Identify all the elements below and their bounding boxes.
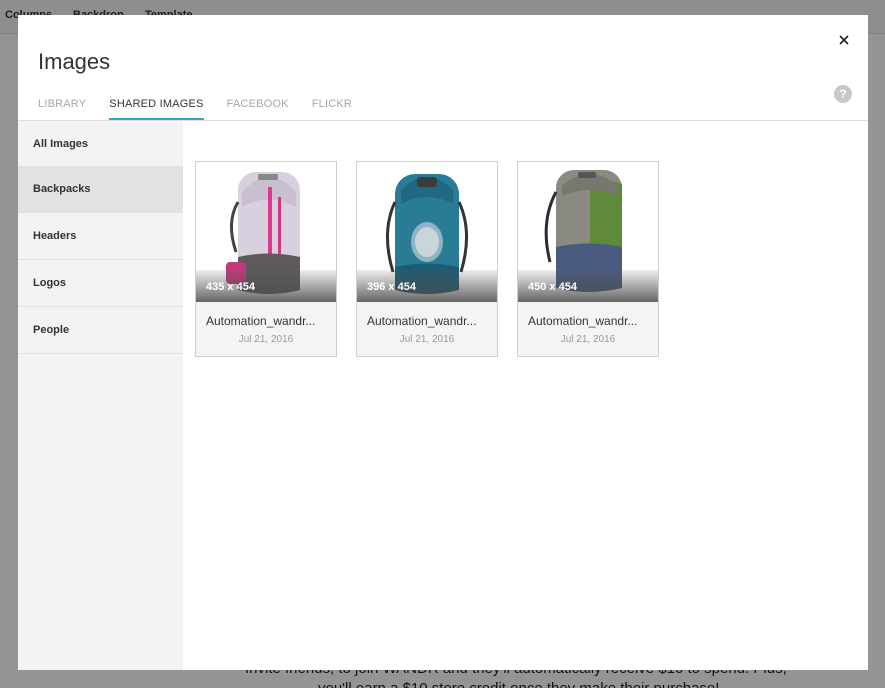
- tab-shared-images[interactable]: SHARED IMAGES: [109, 98, 204, 120]
- tab-library[interactable]: LIBRARY: [38, 98, 86, 120]
- images-modal: Images ? LIBRARY SHARED IMAGES FACEBOOK …: [18, 15, 868, 670]
- sidebar-item-logos[interactable]: Logos: [18, 260, 183, 307]
- image-filename: Automation_wandr...: [528, 314, 638, 328]
- image-dimensions: 396 x 454: [367, 281, 416, 293]
- image-thumbnail: 450 x 454: [518, 162, 658, 302]
- image-date: Jul 21, 2016: [560, 334, 616, 345]
- image-dimensions: 450 x 454: [528, 281, 577, 293]
- close-button[interactable]: [834, 30, 854, 50]
- image-card[interactable]: 435 x 454 Automation_wandr... Jul 21, 20…: [195, 161, 337, 357]
- tab-bar: LIBRARY SHARED IMAGES FACEBOOK FLICKR: [38, 98, 352, 120]
- image-filename: Automation_wandr...: [367, 314, 477, 328]
- image-card[interactable]: 396 x 454 Automation_wandr... Jul 21, 20…: [356, 161, 498, 357]
- tab-flickr[interactable]: FLICKR: [312, 98, 352, 120]
- image-card[interactable]: 450 x 454 Automation_wandr... Jul 21, 20…: [517, 161, 659, 357]
- help-icon[interactable]: ?: [834, 85, 852, 103]
- sidebar-item-headers[interactable]: Headers: [18, 213, 183, 260]
- sidebar-item-people[interactable]: People: [18, 307, 183, 354]
- image-thumbnail: 396 x 454: [357, 162, 497, 302]
- image-date: Jul 21, 2016: [238, 334, 294, 345]
- sidebar-item-backpacks[interactable]: Backpacks: [18, 166, 183, 213]
- image-filename: Automation_wandr...: [206, 314, 316, 328]
- image-grid: 435 x 454 Automation_wandr... Jul 21, 20…: [195, 161, 659, 357]
- sidebar-item-all-images[interactable]: All Images: [18, 121, 183, 166]
- tab-facebook[interactable]: FACEBOOK: [227, 98, 289, 120]
- image-dimensions: 435 x 454: [206, 281, 255, 293]
- close-icon: [839, 35, 849, 45]
- folder-sidebar: All Images Backpacks Headers Logos Peopl…: [18, 121, 183, 670]
- modal-title: Images: [38, 49, 111, 74]
- image-date: Jul 21, 2016: [399, 334, 455, 345]
- image-thumbnail: 435 x 454: [196, 162, 336, 302]
